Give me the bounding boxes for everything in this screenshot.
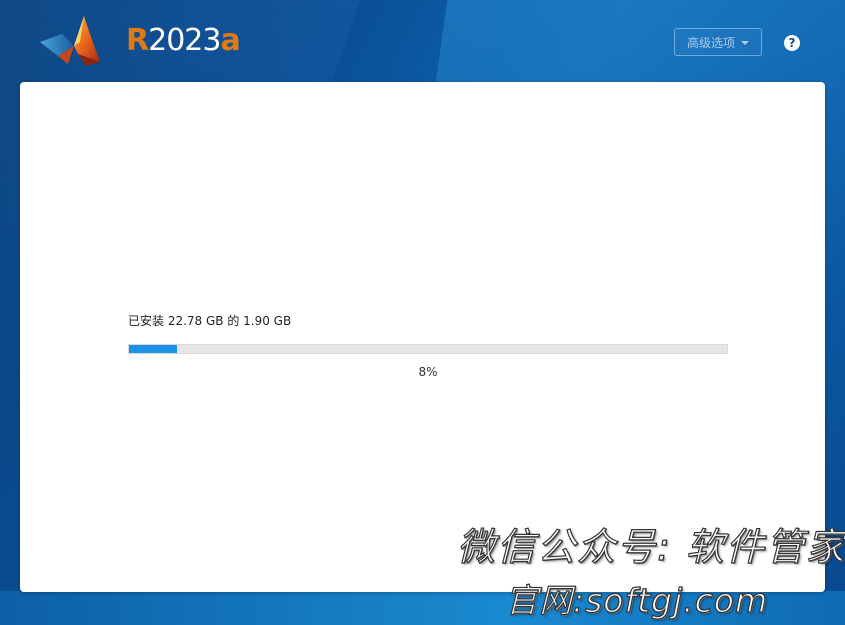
question-circle-icon: ? — [788, 36, 796, 50]
caret-down-icon — [741, 41, 749, 45]
install-progress-bar — [128, 344, 728, 354]
help-button[interactable]: ? — [784, 35, 800, 51]
matlab-membrane-logo-icon — [40, 16, 100, 66]
install-status-text: 已安装 22.78 GB 的 1.90 GB — [128, 314, 292, 328]
install-percent-label: 8% — [418, 365, 438, 379]
installer-header: R2023a 高级选项 ? — [0, 0, 845, 82]
advanced-options-label: 高级选项 — [686, 35, 735, 50]
release-prefix: R — [126, 23, 149, 58]
background-bottom-band — [0, 591, 845, 625]
advanced-options-button[interactable]: 高级选项 — [674, 28, 762, 56]
release-suffix: a — [220, 23, 240, 58]
release-version: R2023a — [126, 23, 241, 59]
release-year: 2023 — [148, 23, 221, 58]
install-progress-fill — [129, 345, 177, 353]
install-progress-panel: 已安装 22.78 GB 的 1.90 GB 8% — [20, 82, 825, 592]
